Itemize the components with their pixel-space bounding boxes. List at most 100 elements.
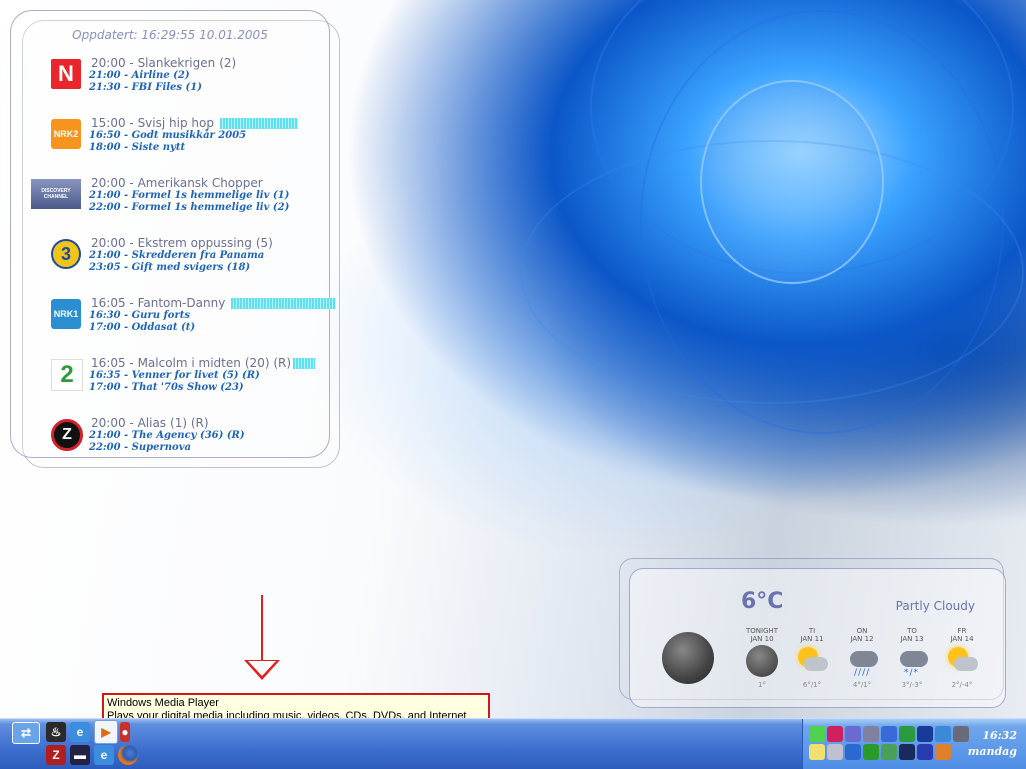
- tv-now-playing: 16:05 - Malcolm i midten (20) (R): [91, 356, 316, 370]
- tv-now-playing: 20:00 - Ekstrem oppussing (5): [91, 236, 273, 250]
- tvzebra-logo-icon: Z: [51, 419, 83, 451]
- annotation-arrow-head: [244, 660, 280, 680]
- tv-upcoming-program: 18:00 - Siste nytt: [89, 142, 186, 153]
- tv-upcoming-program: 21:00 - Formel 1s hemmelige liv (1): [89, 190, 290, 201]
- moon-icon: [746, 645, 778, 677]
- vlc-icon[interactable]: [935, 744, 951, 760]
- tv-upcoming-program: 17:00 - Oddasat (t): [89, 322, 196, 333]
- tv-upcoming-program: 21:00 - Airline (2): [89, 70, 190, 81]
- wallpaper-swirl: [700, 80, 884, 284]
- tv-upcoming-program: 16:30 - Guru forts: [89, 310, 190, 321]
- network-alt-icon[interactable]: [863, 726, 879, 742]
- forecast-temps: 3°/-3°: [901, 681, 923, 689]
- dap-icon[interactable]: [863, 744, 879, 760]
- speaker-icon[interactable]: [845, 744, 861, 760]
- forecast-temps: 2°/-4°: [951, 681, 973, 689]
- printer-icon[interactable]: [953, 726, 969, 742]
- firefox-icon[interactable]: [118, 745, 138, 765]
- discovery-logo-icon: DISCOVERY CHANNEL: [31, 179, 81, 209]
- quicktime-icon[interactable]: [917, 726, 933, 742]
- tv-channel-row: 2 16:05 - Malcolm i midten (20) (R) 16:35 -…: [11, 356, 341, 416]
- tv-now-title: Svisj hip hop: [137, 116, 214, 130]
- notes-icon[interactable]: [809, 744, 825, 760]
- internet-explorer-icon[interactable]: e: [70, 722, 90, 742]
- tv-upcoming-program: 21:30 - FBI Files (1): [89, 82, 202, 93]
- download-icon[interactable]: [899, 726, 915, 742]
- windows-media-player-icon[interactable]: ▶: [94, 720, 118, 744]
- antivirus-icon[interactable]: [827, 726, 843, 742]
- tv-now-time: 16:05: [91, 296, 126, 310]
- forecast-temps: 1°: [758, 681, 766, 689]
- tv-now-title: Ekstrem oppussing: [137, 236, 252, 250]
- tv-upcoming-program: 21:00 - The Agency (36) (R): [89, 430, 245, 441]
- tv-upcoming-program: 22:00 - Formel 1s hemmelige liv (2): [89, 202, 290, 213]
- filezilla-icon[interactable]: Z: [46, 745, 66, 765]
- clock-day: mandag: [967, 745, 1017, 758]
- tv-now-playing: 20:00 - Amerikansk Chopper: [91, 176, 263, 190]
- tv-now-suffix: (20) (R): [244, 356, 292, 370]
- tv3-logo-icon: 3: [51, 239, 81, 269]
- tv-upcoming-program: 17:00 - That '70s Show (23): [89, 382, 244, 393]
- tv-guide-updated: Oppdatert: 16:29:55 10.01.2005: [72, 28, 268, 42]
- tv-now-playing: 20:00 - Alias (1) (R): [91, 416, 209, 430]
- tv-now-suffix: (5): [255, 236, 273, 250]
- tv-guide-panel: Oppdatert: 16:29:55 10.01.2005 N 20:00 - …: [10, 10, 337, 458]
- forecast-date: JAN 13: [900, 635, 924, 643]
- flashget-icon[interactable]: ●: [120, 722, 130, 742]
- forecast-date: JAN 10: [750, 635, 774, 643]
- forecast-date: JAN 11: [800, 635, 824, 643]
- tv-now-time: 20:00: [91, 236, 126, 250]
- rain-icon: ////: [846, 645, 878, 678]
- forecast-day: FR JAN 14 2°/-4°: [937, 627, 987, 689]
- forecast-day-label: TI: [808, 627, 816, 635]
- tv-now-playing: 16:05 - Fantom-Danny: [91, 296, 337, 310]
- weather-condition: Partly Cloudy: [895, 599, 975, 613]
- wallpaper-swirl: [640, 10, 1004, 434]
- system-tray: 16:32 mandag: [802, 719, 1026, 769]
- tv-now-title: Slankekrigen: [137, 56, 216, 70]
- tv-progress-bar: [293, 358, 316, 369]
- msn-icon[interactable]: [809, 726, 825, 742]
- forecast-date: JAN 14: [950, 635, 974, 643]
- network-icon[interactable]: [845, 726, 861, 742]
- tv-channel-row: NRK1 16:05 - Fantom-Danny 16:30 - Guru for…: [11, 296, 341, 356]
- people-icon[interactable]: [935, 726, 951, 742]
- tv-upcoming-program: 16:35 - Venner for livet (5) (R): [89, 370, 260, 381]
- forecast-day: TO JAN 13 */* 3°/-3°: [887, 627, 937, 689]
- forecast-day-label: FR: [957, 627, 967, 635]
- tv-now-time: 20:00: [91, 176, 126, 190]
- taskbar: ⇄ ♨ e ▶ ● Z ▬ e 16:32 mandag: [0, 718, 1026, 769]
- tv-progress-bar: [231, 298, 337, 309]
- tv-upcoming-program: 16:50 - Godt musikkår 2005: [89, 130, 247, 141]
- tv-progress-bar: [219, 118, 298, 129]
- forecast-day: TI JAN 11 6°/1°: [787, 627, 837, 689]
- tv-now-title: Alias: [137, 416, 167, 430]
- tv-now-title: Malcolm i midten: [137, 356, 241, 370]
- night-cloudy-icon: [662, 632, 714, 684]
- tv-now-time: 16:05: [91, 356, 126, 370]
- bluetooth-icon[interactable]: [881, 726, 897, 742]
- nrk2-logo-icon: NRK2: [51, 119, 81, 149]
- forecast-day: ON JAN 12 //// 4°/1°: [837, 627, 887, 689]
- weather-panel: 6°C Partly Cloudy TONIGHT JAN 10 1° TI JAN 1…: [629, 568, 1006, 708]
- tv2-logo-icon: 2: [51, 359, 83, 391]
- forecast-temps: 6°/1°: [802, 681, 822, 689]
- annotation-arrow: [261, 595, 263, 665]
- tv-channel-row: 3 20:00 - Ekstrem oppussing (5) 21:00 - Skr…: [11, 236, 341, 296]
- clock[interactable]: 16:32 mandag: [968, 728, 1017, 760]
- tv-channel-row: Z 20:00 - Alias (1) (R) 21:00 - The Agency …: [11, 416, 341, 476]
- tv-channel-row: N 20:00 - Slankekrigen (2) 21:00 - Airline …: [11, 56, 341, 116]
- show-desktop-icon[interactable]: ⇄: [12, 722, 40, 744]
- steam-icon[interactable]: ♨: [46, 722, 66, 742]
- calc-icon[interactable]: [881, 744, 897, 760]
- wallpaper-swirl: [590, 0, 1014, 274]
- tv-now-suffix: (1) (R): [170, 416, 209, 430]
- sync-icon[interactable]: [827, 744, 843, 760]
- forecast-day-label: ON: [856, 627, 868, 635]
- word-icon[interactable]: [917, 744, 933, 760]
- winamp-tray-icon[interactable]: [899, 744, 915, 760]
- winamp-icon[interactable]: ▬: [70, 745, 90, 765]
- tv-now-title: Amerikansk Chopper: [137, 176, 263, 190]
- clock-time: 16:32: [982, 729, 1017, 742]
- internet-explorer-alt-icon[interactable]: e: [94, 745, 114, 765]
